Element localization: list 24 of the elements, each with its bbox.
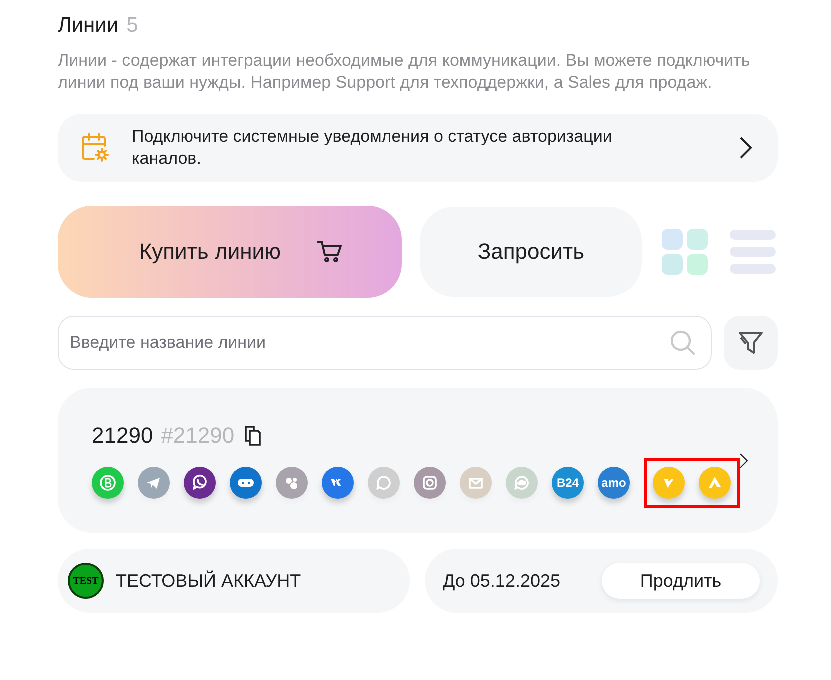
search-icon xyxy=(670,330,696,356)
chevron-right-icon xyxy=(740,137,752,159)
line-name: 21290 xyxy=(92,422,154,448)
copy-icon[interactable] xyxy=(242,424,263,446)
line-id: #21290 xyxy=(161,422,235,448)
calendar-gear-icon xyxy=(80,132,110,164)
search-field[interactable]: Введите название линии xyxy=(58,316,712,370)
notification-banner[interactable]: Подключите системные уведомления о статусе авторизации каналов. xyxy=(58,114,778,182)
expiry-date: До 05.12.2025 xyxy=(443,570,560,592)
filter-button[interactable] xyxy=(724,316,778,370)
account-name: ТЕСТОВЫЙ АККАУНТ xyxy=(116,570,302,592)
buy-line-button[interactable]: Купить линию xyxy=(58,206,402,298)
notification-text: Подключите системные уведомления о статусе авторизации каналов. xyxy=(132,126,614,170)
channel-badge: amo xyxy=(598,466,630,498)
filter-icon xyxy=(738,330,764,356)
line-card[interactable]: 21290 #21290 B24 amo xyxy=(58,388,778,533)
renew-button[interactable]: Продлить xyxy=(602,563,760,599)
request-button[interactable]: Запросить xyxy=(420,207,642,297)
description-text: Линии - содержат интеграции необходимые для коммуникации. Вы можете подключить линии под ваши нужды. Например Support для техподдержки, а Sales для продаж. xyxy=(58,50,752,94)
page-title: Линии xyxy=(58,14,119,38)
test-badge: TEST xyxy=(68,563,104,599)
cart-icon xyxy=(317,240,344,264)
line-count: 5 xyxy=(126,14,138,38)
channel-badge: B24 xyxy=(552,466,584,498)
